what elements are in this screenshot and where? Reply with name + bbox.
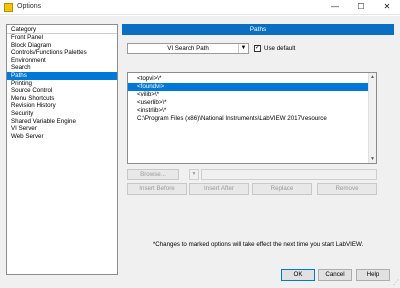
path-entry[interactable]: <instrlib>\*: [128, 107, 369, 115]
category-item-menu-shortcuts[interactable]: Menu Shortcuts: [7, 95, 117, 103]
ok-button[interactable]: OK: [281, 269, 315, 281]
category-item-paths[interactable]: Paths: [7, 71, 117, 80]
category-item-vi-server[interactable]: VI Server: [7, 125, 117, 133]
path-type-value: VI Search Path: [167, 45, 209, 52]
insert-before-button[interactable]: Insert Before: [127, 183, 187, 195]
help-button[interactable]: Help: [356, 269, 390, 281]
category-item-shared-variable-engine[interactable]: Shared Variable Engine: [7, 118, 117, 126]
category-item-environment[interactable]: Environment: [7, 57, 117, 65]
category-item-controls-functions-palettes[interactable]: Controls/Functions Palettes: [7, 49, 117, 57]
minimize-button[interactable]: —: [322, 0, 348, 15]
use-default-checkbox[interactable]: ✓: [254, 45, 261, 52]
restart-note: *Changes to marked options will take eff…: [152, 241, 364, 248]
paths-list[interactable]: <topvi>\* <foundvi> <vilib>\* <userlib>\…: [127, 72, 377, 164]
browse-dropdown[interactable]: ▼: [189, 169, 199, 180]
category-item-search[interactable]: Search: [7, 64, 117, 72]
path-entry[interactable]: C:\Program Files (x86)\National Instrume…: [128, 115, 369, 123]
path-type-select[interactable]: VI Search Path ▼: [127, 43, 249, 54]
panel-header: Paths: [122, 24, 394, 35]
app-icon: [4, 3, 13, 12]
insert-after-button[interactable]: Insert After: [189, 183, 249, 195]
use-default-label[interactable]: Use default: [264, 45, 295, 52]
category-item-security[interactable]: Security: [7, 110, 117, 118]
category-item-revision-history[interactable]: Revision History: [7, 102, 117, 110]
category-item-source-control[interactable]: Source Control: [7, 87, 117, 95]
path-entry[interactable]: <topvi>\*: [128, 75, 369, 83]
path-entry[interactable]: <vilib>\*: [128, 91, 369, 99]
chevron-down-icon[interactable]: ▼: [238, 44, 248, 53]
category-list[interactable]: Category Front Panel Block Diagram Contr…: [6, 24, 118, 275]
category-item-front-panel[interactable]: Front Panel: [7, 34, 117, 42]
category-item-block-diagram[interactable]: Block Diagram: [7, 42, 117, 50]
category-header: Category: [7, 25, 117, 34]
check-icon: ✓: [255, 45, 261, 51]
maximize-button[interactable]: ☐: [348, 0, 374, 15]
paths-list-scrollbar[interactable]: ▲ ▼: [368, 73, 376, 163]
scroll-up-icon[interactable]: ▲: [369, 73, 376, 81]
path-entry[interactable]: <userlib>\*: [128, 99, 369, 107]
title-bar: Options — ☐ ✕: [0, 0, 400, 15]
window-title: Options: [17, 3, 42, 10]
replace-button[interactable]: Replace: [252, 183, 312, 195]
browse-button[interactable]: Browse...: [127, 169, 179, 180]
path-input[interactable]: [201, 169, 377, 180]
resize-grip-icon[interactable]: ⋰: [392, 280, 399, 287]
scroll-down-icon[interactable]: ▼: [369, 155, 376, 163]
dialog-body: Category Front Panel Block Diagram Contr…: [0, 16, 400, 288]
cancel-button[interactable]: Cancel: [318, 269, 352, 281]
category-item-printing[interactable]: Printing: [7, 80, 117, 88]
close-button[interactable]: ✕: [374, 0, 400, 15]
remove-button[interactable]: Remove: [317, 183, 377, 195]
category-item-web-server[interactable]: Web Server: [7, 133, 117, 141]
path-entry-selected[interactable]: <foundvi>: [128, 83, 369, 91]
